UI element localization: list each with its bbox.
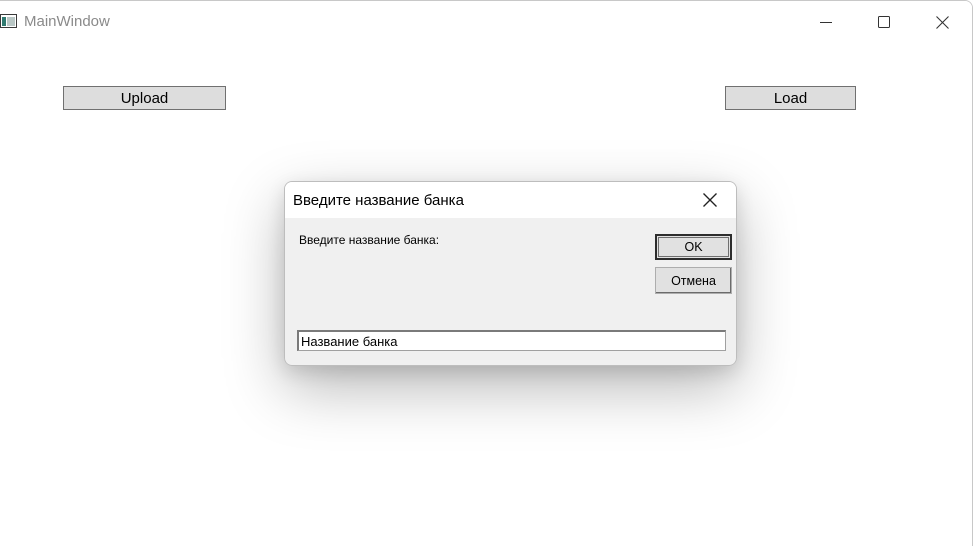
close-icon (935, 15, 949, 29)
dialog-titlebar[interactable]: Введите название банка (285, 182, 736, 218)
cancel-button[interactable]: Отмена (655, 267, 732, 294)
minimize-button[interactable] (797, 1, 855, 43)
close-button[interactable] (913, 1, 971, 43)
window-title: MainWindow (24, 13, 110, 30)
main-window: MainWindow Upload Load Введите название … (0, 0, 973, 546)
window-titlebar[interactable]: MainWindow (0, 1, 972, 43)
dialog-close-button[interactable] (690, 184, 730, 216)
dialog-title: Введите название банка (293, 192, 464, 209)
bank-name-dialog: Введите название банка Введите название … (284, 181, 737, 366)
close-icon (703, 193, 717, 207)
app-icon (0, 14, 17, 28)
prompt-label: Введите название банка: (299, 233, 440, 247)
upload-button[interactable]: Upload (63, 86, 226, 110)
maximize-icon (878, 16, 890, 28)
ok-button[interactable]: OK (655, 234, 732, 260)
load-button[interactable]: Load (725, 86, 856, 110)
minimize-icon (820, 22, 832, 23)
bank-name-input[interactable] (297, 330, 726, 351)
maximize-button[interactable] (855, 1, 913, 43)
